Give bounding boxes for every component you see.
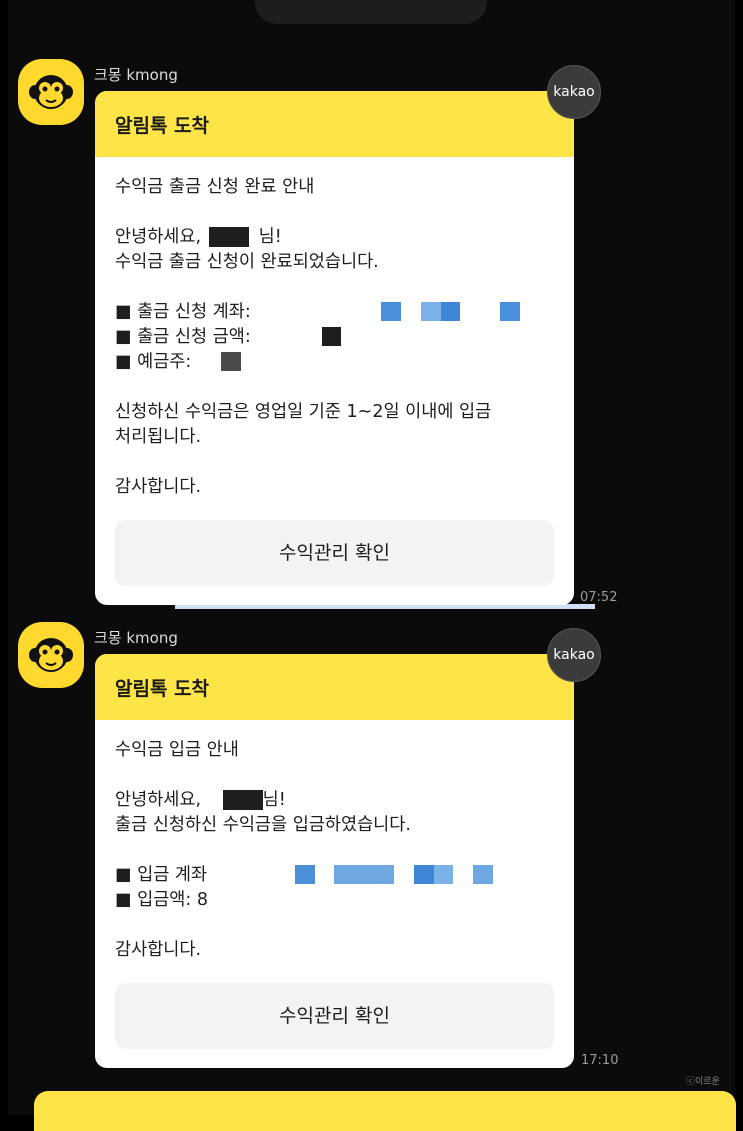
completion-line: 수익금 출금 신청이 완료되었습니다.: [115, 252, 379, 272]
deposit-amount-line: ■ 입금액: 8: [115, 890, 208, 910]
watermark: ⓒ이르운: [686, 1077, 720, 1087]
message-time: 17:10: [581, 1053, 619, 1068]
notice-line-2: 처리됩니다.: [115, 427, 202, 447]
alimtalk-header: 알림톡 도착: [95, 91, 574, 157]
redacted-pixel: [322, 327, 341, 346]
message-body: 수익금 출금 신청 완료 안내 안녕하세요, 님! 수익금 출금 신청이 완료되…: [95, 157, 574, 605]
top-notch: [255, 0, 487, 24]
deposit-account-line: ■ 입금 계좌: [115, 863, 554, 888]
account-holder-line: ■ 예금주:: [115, 350, 554, 375]
redacted-pixel: [500, 302, 520, 321]
next-message-bubble: [34, 1091, 736, 1131]
redacted-pixel: [414, 865, 434, 884]
alimtalk-bubble: 알림톡 도착 수익금 출금 신청 완료 안내 안녕하세요, 님! 수익금 출금 …: [95, 91, 574, 605]
revenue-check-button[interactable]: 수익관리 확인: [115, 983, 554, 1049]
redacted-pixel: [441, 302, 460, 321]
sender-name: 크몽 kmong: [94, 629, 178, 647]
redacted-name: [222, 790, 263, 810]
thanks-line: 감사합니다.: [115, 940, 202, 960]
monkey-icon: [29, 75, 73, 109]
redacted-pixel: [434, 865, 453, 884]
greeting-line: 안녕하세요, 님!: [115, 790, 286, 810]
thanks-line: 감사합니다.: [115, 477, 202, 497]
kmong-monkey-avatar[interactable]: [18, 622, 84, 688]
notice-line-1: 신청하신 수익금은 영업일 기준 1~2일 이내에 입금: [115, 402, 492, 422]
redacted-pixel: [421, 302, 441, 321]
alimtalk-header: 알림톡 도착: [95, 654, 574, 720]
message-title: 수익금 출금 신청 완료 안내: [115, 177, 315, 197]
kakao-badge: kakao: [547, 65, 601, 119]
message-body: 수익금 입금 안내 안녕하세요, 님! 출금 신청하신 수익금을 입금하였습니다…: [95, 720, 574, 1068]
message-title: 수익금 입금 안내: [115, 740, 239, 760]
alimtalk-bubble: 알림톡 도착 수익금 입금 안내 안녕하세요, 님! 출금 신청하신 수익금을 …: [95, 654, 574, 1068]
deposit-done-line: 출금 신청하신 수익금을 입금하였습니다.: [115, 815, 411, 835]
kakao-badge: kakao: [547, 628, 601, 682]
redacted-pixel: [381, 302, 401, 321]
withdraw-amount-line: ■ 출금 신청 금액:: [115, 325, 554, 350]
redacted-pixel: [473, 865, 493, 884]
revenue-check-button[interactable]: 수익관리 확인: [115, 520, 554, 586]
sender-name: 크몽 kmong: [94, 66, 178, 84]
withdraw-account-line: ■ 출금 신청 계좌:: [115, 300, 554, 325]
redacted-pixel: [334, 865, 394, 884]
greeting-line: 안녕하세요, 님!: [115, 227, 282, 247]
kmong-monkey-avatar[interactable]: [18, 59, 84, 125]
redacted-name: [208, 227, 249, 247]
monkey-icon: [29, 638, 73, 672]
redacted-pixel: [221, 352, 241, 371]
message-time: 07:52: [580, 590, 618, 605]
redacted-pixel: [295, 865, 315, 884]
